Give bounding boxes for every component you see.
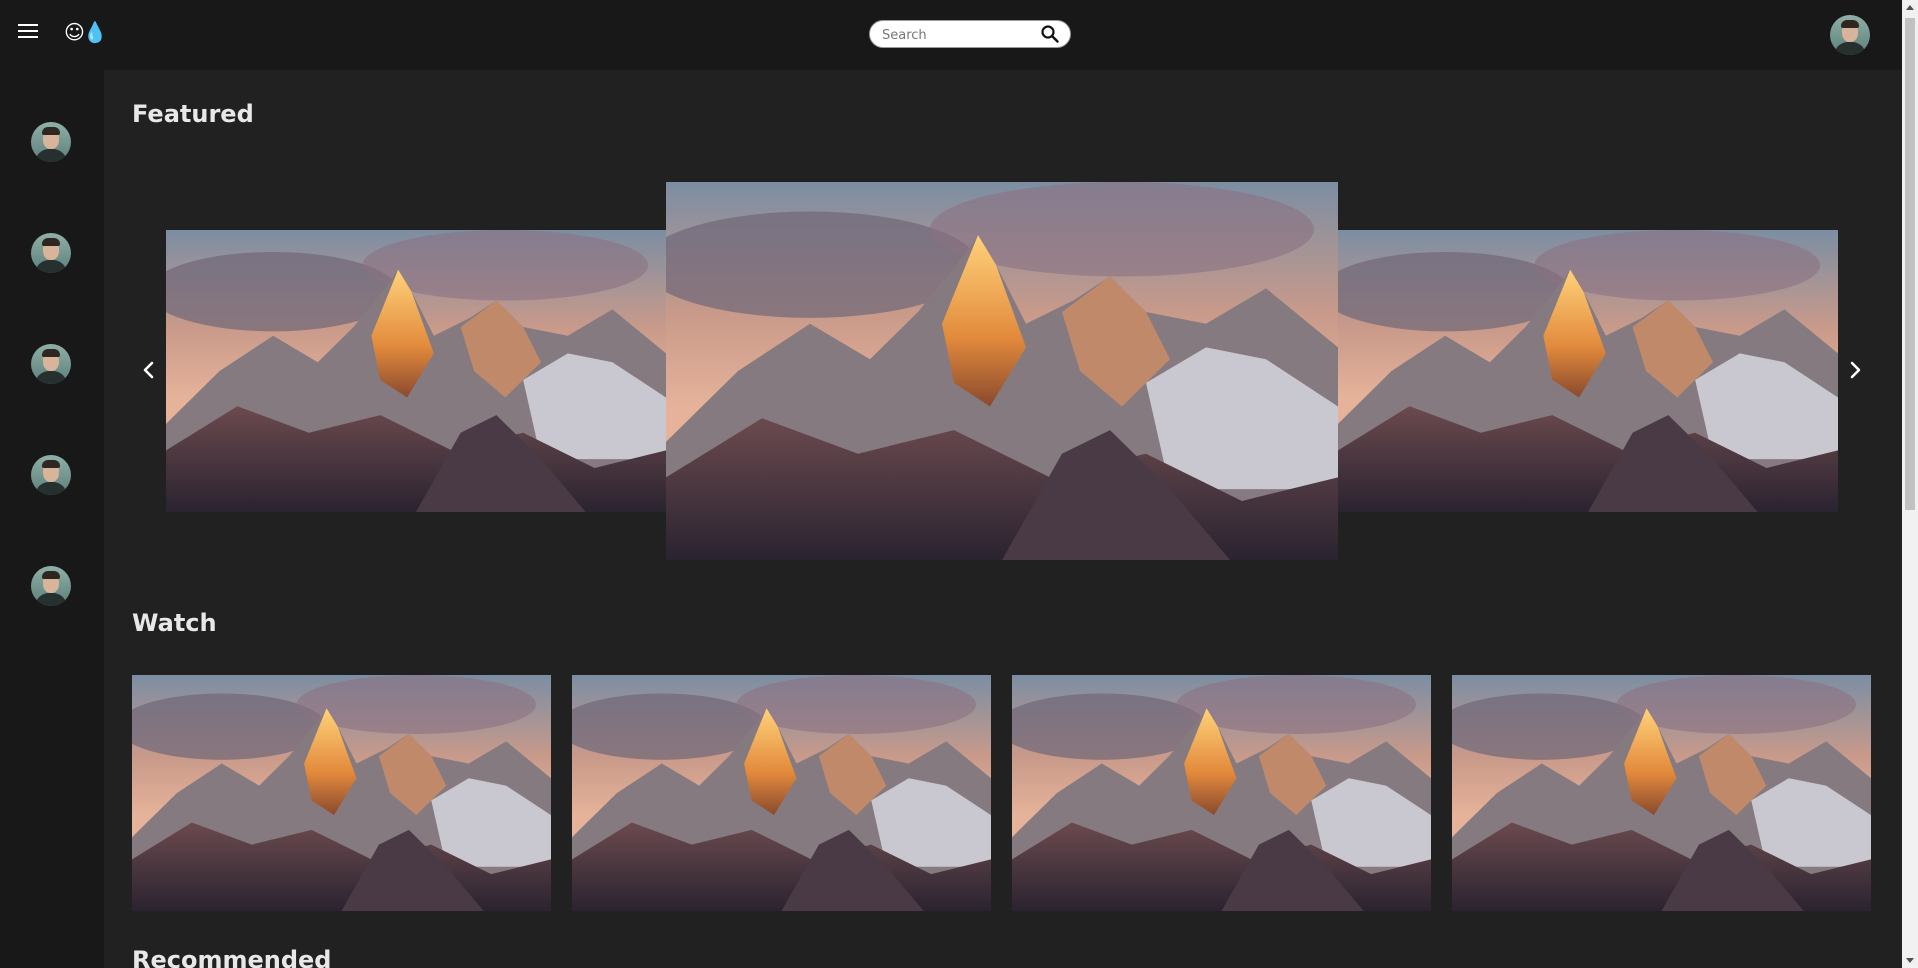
- featured-card-right[interactable]: [1338, 230, 1838, 512]
- scroll-up-icon[interactable]: [1906, 5, 1914, 10]
- watch-card[interactable]: [572, 675, 991, 911]
- watch-card[interactable]: [1012, 675, 1431, 911]
- recommended-title: Recommended: [132, 946, 332, 968]
- sidebar-avatar[interactable]: [31, 344, 71, 384]
- scroll-down-icon[interactable]: [1906, 958, 1914, 963]
- featured-card-center[interactable]: [666, 182, 1338, 560]
- watch-title: Watch: [132, 609, 217, 637]
- sidebar-avatar[interactable]: [31, 566, 71, 606]
- chevron-right-icon[interactable]: [1844, 355, 1868, 385]
- scrollbar-thumb[interactable]: [1905, 18, 1915, 510]
- menu-icon[interactable]: [18, 24, 38, 44]
- user-avatar[interactable]: [1830, 15, 1870, 55]
- search-input[interactable]: [882, 25, 1032, 45]
- watch-card[interactable]: [132, 675, 551, 911]
- sidebar-avatar[interactable]: [31, 233, 71, 273]
- sidebar-avatar[interactable]: [31, 122, 71, 162]
- scrollbar[interactable]: [1902, 0, 1918, 968]
- sidebar: [0, 70, 104, 968]
- chevron-left-icon[interactable]: [136, 355, 160, 385]
- search-icon[interactable]: [1040, 24, 1060, 44]
- featured-title: Featured: [132, 100, 254, 128]
- sidebar-avatar[interactable]: [31, 455, 71, 495]
- watch-card[interactable]: [1452, 675, 1871, 911]
- featured-card-left[interactable]: [166, 230, 666, 512]
- logo: ☺💧: [64, 20, 108, 44]
- search-box[interactable]: [869, 20, 1071, 48]
- top-bar: ☺💧: [0, 0, 1918, 70]
